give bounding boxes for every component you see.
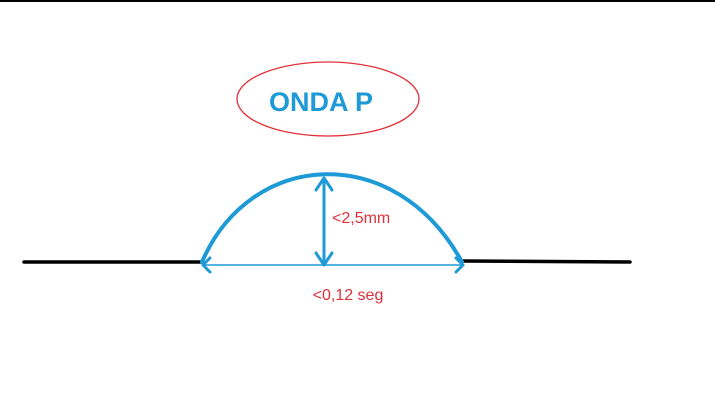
amplitude-label: <2,5mm — [332, 210, 390, 227]
duration-label: <0,12 seg — [313, 287, 384, 304]
duration-arrow — [201, 256, 465, 274]
p-wave-diagram: ONDA P <2,5mm <0,12 seg — [22, 61, 632, 304]
baseline-right — [460, 259, 632, 264]
title-text: ONDA P — [269, 87, 373, 117]
amplitude-arrow — [314, 176, 334, 267]
